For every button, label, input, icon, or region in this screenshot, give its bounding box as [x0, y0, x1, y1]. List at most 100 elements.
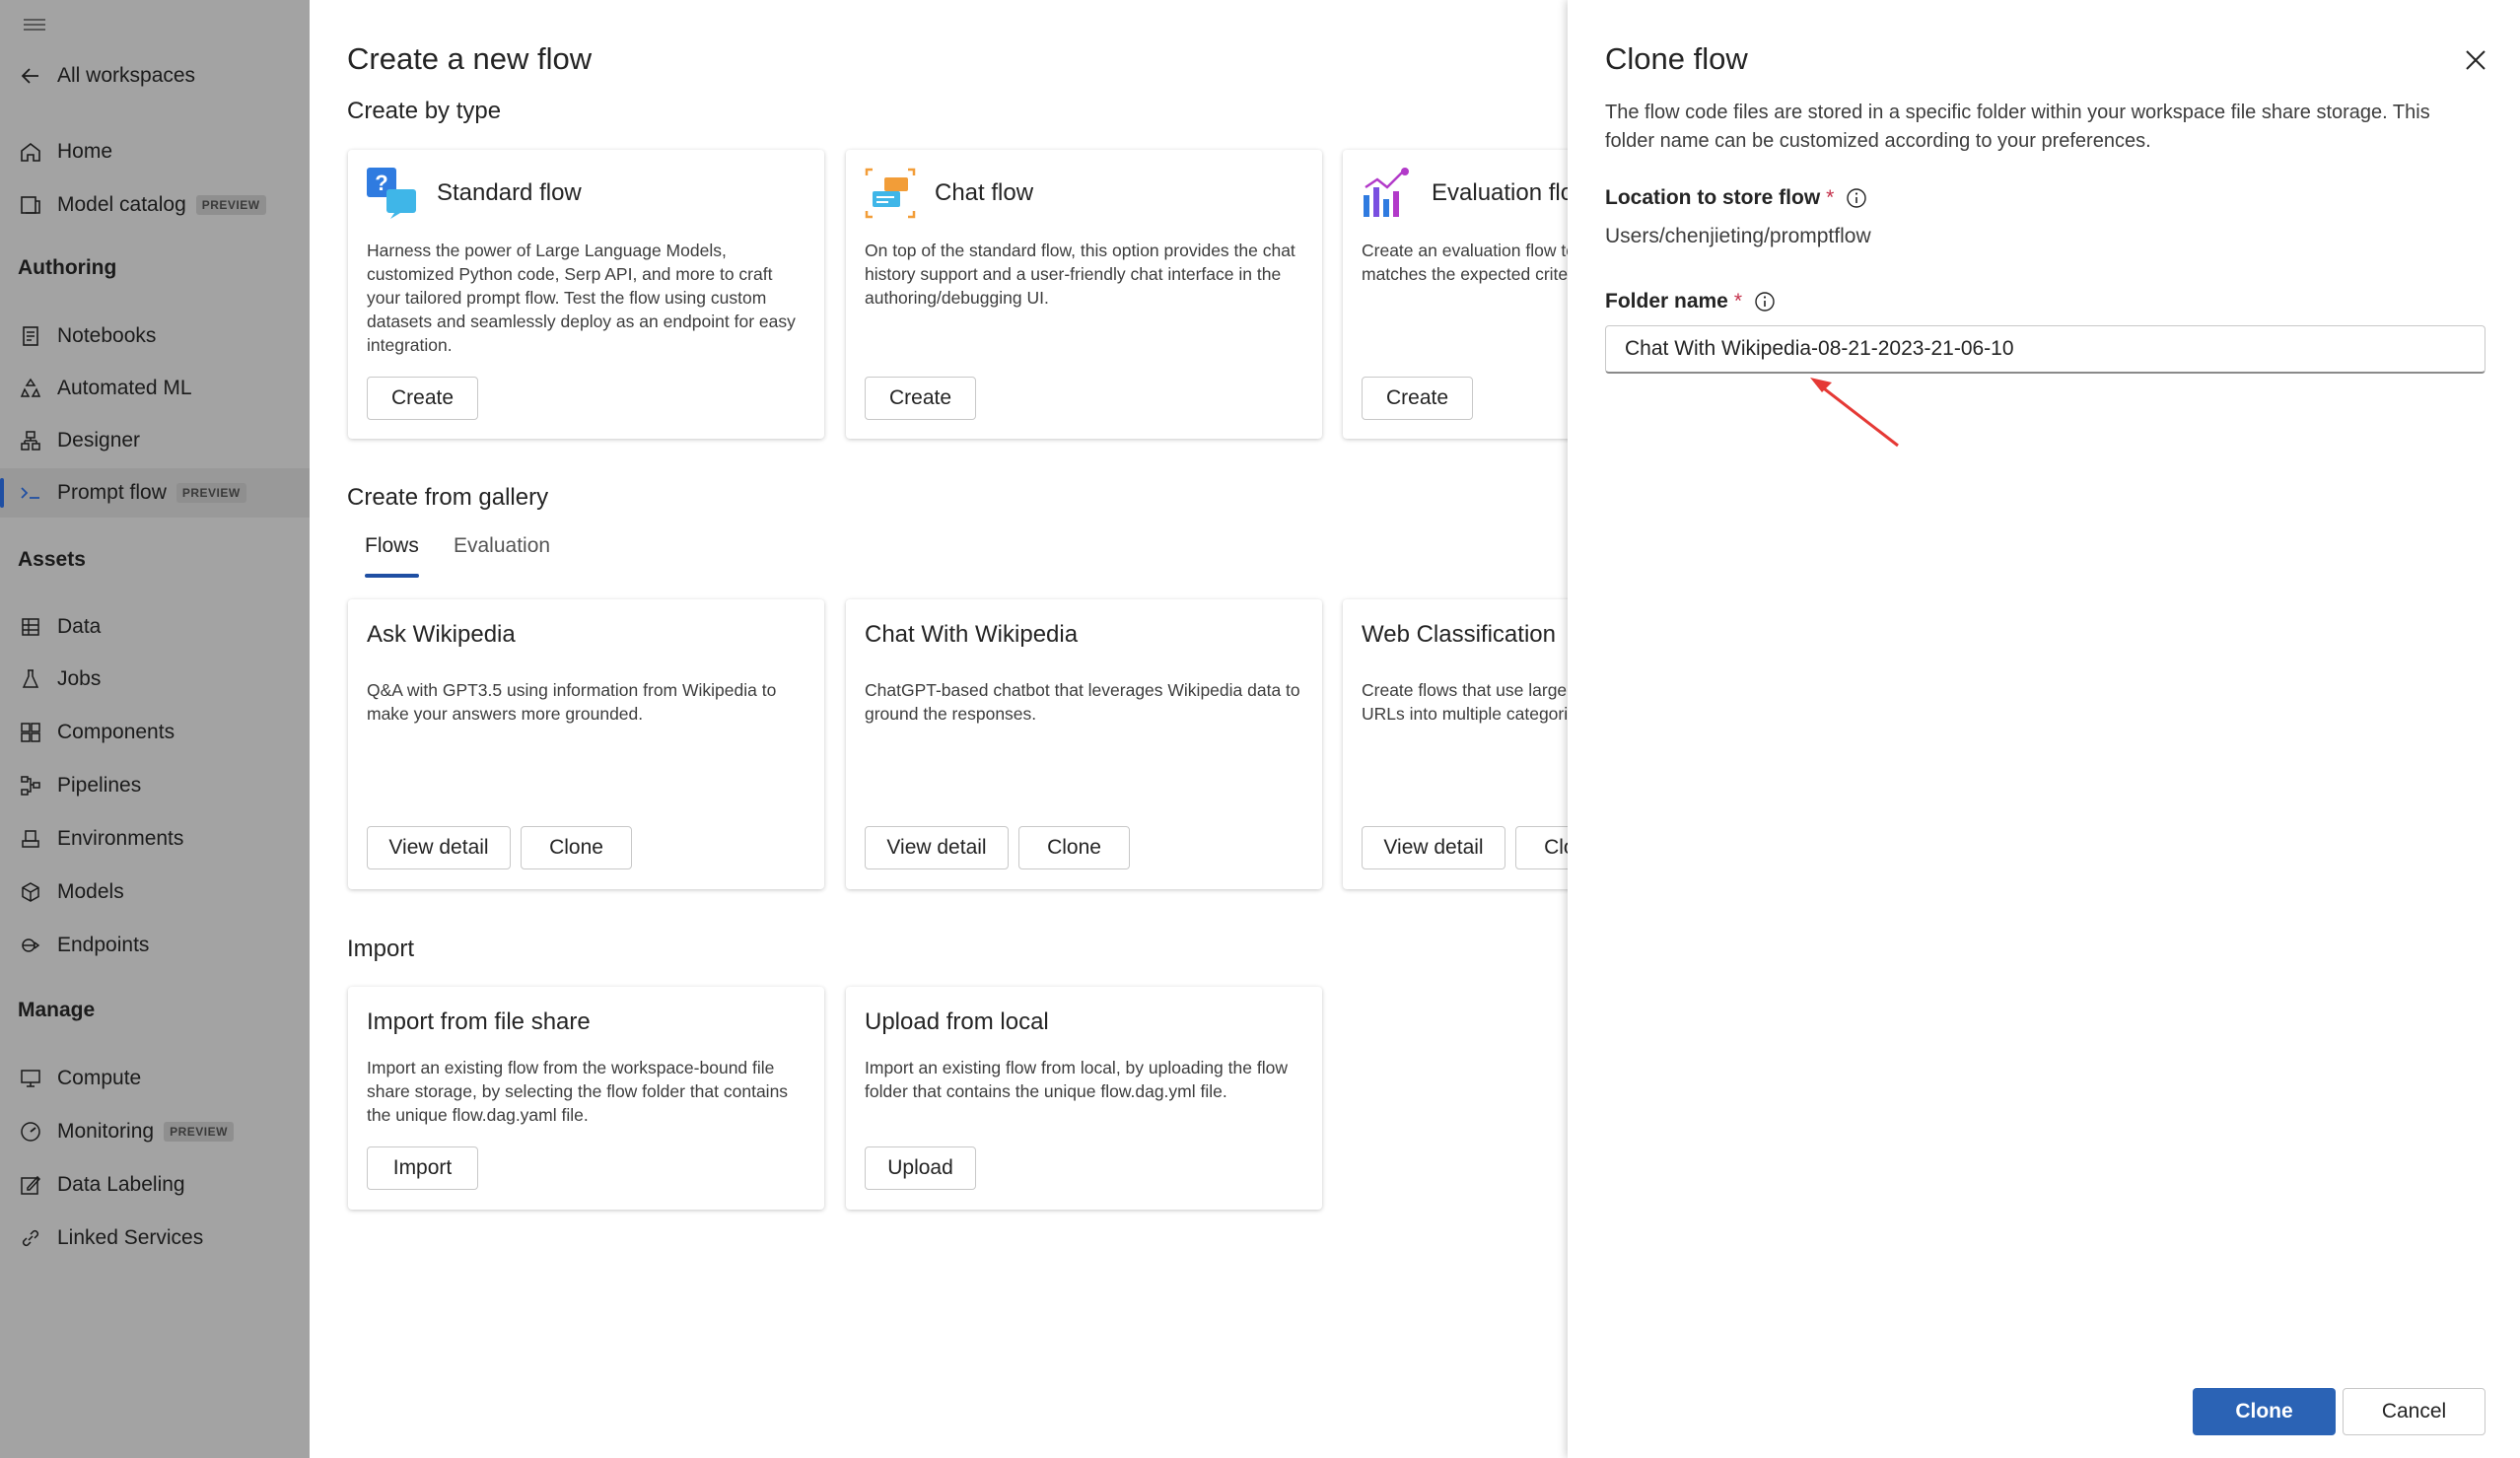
view-detail-button[interactable]: View detail — [1362, 826, 1505, 869]
environments-icon — [18, 826, 43, 852]
sidebar-item-label: Linked Services — [57, 1226, 204, 1249]
tab-flows[interactable]: Flows — [365, 534, 419, 578]
card-description: Q&A with GPT3.5 using information from W… — [367, 680, 777, 724]
sidebar-item-label: Prompt flow — [57, 481, 167, 504]
home-icon — [18, 139, 43, 165]
folder-name-input[interactable] — [1605, 325, 2485, 374]
folder-name-label-text: Folder name — [1605, 290, 1728, 312]
components-icon — [18, 720, 43, 745]
sidebar-item-automated-ml[interactable]: Automated ML — [0, 364, 310, 413]
location-value: Users/chenjieting/promptflow — [1605, 225, 1871, 247]
sidebar-item-prompt-flow[interactable]: Prompt flow PREVIEW — [0, 468, 310, 518]
sidebar-item-environments[interactable]: Environments — [0, 814, 310, 864]
all-workspaces-link[interactable]: All workspaces — [0, 51, 310, 101]
cancel-button[interactable]: Cancel — [2343, 1388, 2485, 1435]
sidebar-item-data-labeling[interactable]: Data Labeling — [0, 1160, 310, 1210]
sidebar-item-label: Compute — [57, 1067, 142, 1089]
sidebar-item-label: All workspaces — [57, 64, 196, 87]
create-evaluation-flow-button[interactable]: Create — [1362, 377, 1473, 420]
data-icon — [18, 614, 43, 640]
upload-from-local-card: Upload from local Import an existing flo… — [846, 987, 1322, 1210]
location-label-text: Location to store flow — [1605, 186, 1821, 209]
sidebar-item-home[interactable]: Home — [0, 127, 310, 176]
card-description: Import an existing flow from local, by u… — [865, 1058, 1288, 1101]
card-title: Chat flow — [935, 179, 1034, 206]
menu-icon[interactable] — [22, 14, 49, 40]
ask-wikipedia-card: Ask Wikipedia Q&A with GPT3.5 using info… — [348, 599, 824, 889]
endpoints-icon — [18, 933, 43, 958]
standard-flow-card: ? Standard flow Harness the power of Lar… — [348, 150, 824, 439]
sidebar-item-data[interactable]: Data — [0, 602, 310, 652]
preview-badge: PREVIEW — [195, 195, 266, 215]
sidebar-item-label: Endpoints — [57, 934, 150, 956]
sidebar-item-notebooks[interactable]: Notebooks — [0, 312, 310, 361]
sidebar-item-label: Monitoring — [57, 1120, 155, 1143]
sidebar-item-components[interactable]: Components — [0, 708, 310, 757]
catalog-icon — [18, 192, 43, 218]
sidebar-item-label: Components — [57, 721, 175, 743]
card-description: On top of the standard flow, this option… — [865, 241, 1295, 308]
sidebar-item-label: Automated ML — [57, 377, 192, 399]
section-authoring: Authoring — [18, 256, 117, 279]
create-from-gallery-heading: Create from gallery — [347, 484, 549, 511]
sidebar-item-label: Notebooks — [57, 324, 157, 347]
panel-title: Clone flow — [1605, 41, 1748, 76]
card-title: Upload from local — [865, 1008, 1049, 1035]
tab-evaluation[interactable]: Evaluation — [454, 534, 550, 558]
back-arrow-icon — [18, 63, 43, 89]
sidebar-item-label: Home — [57, 140, 113, 163]
prompt-flow-icon — [18, 480, 43, 506]
sidebar-item-linked-services[interactable]: Linked Services — [0, 1214, 310, 1263]
sidebar-item-compute[interactable]: Compute — [0, 1054, 310, 1103]
monitoring-icon — [18, 1119, 43, 1145]
card-description: Harness the power of Large Language Mode… — [367, 241, 796, 355]
create-by-type-heading: Create by type — [347, 98, 502, 124]
card-description: ChatGPT-based chatbot that leverages Wik… — [865, 680, 1300, 724]
card-title: Standard flow — [437, 179, 582, 206]
sidebar-item-label: Pipelines — [57, 774, 142, 797]
view-detail-button[interactable]: View detail — [367, 826, 511, 869]
panel-description: The flow code files are stored in a spec… — [1605, 102, 2430, 152]
clone-button[interactable]: Clone — [1018, 826, 1130, 869]
chat-with-wikipedia-card: Chat With Wikipedia ChatGPT-based chatbo… — [846, 599, 1322, 889]
sidebar-item-label: Models — [57, 880, 124, 903]
sidebar-item-models[interactable]: Models — [0, 868, 310, 917]
view-detail-button[interactable]: View detail — [865, 826, 1009, 869]
sidebar: All workspaces Home Model catalog PREVIE… — [0, 0, 310, 1458]
sidebar-item-designer[interactable]: Designer — [0, 416, 310, 465]
create-standard-flow-button[interactable]: Create — [367, 377, 478, 420]
sidebar-item-jobs[interactable]: Jobs — [0, 655, 310, 704]
close-icon[interactable] — [2461, 45, 2490, 75]
evaluation-flow-icon — [1364, 168, 1409, 217]
info-icon[interactable] — [1846, 187, 1867, 209]
import-from-file-share-card: Import from file share Import an existin… — [348, 987, 824, 1210]
pipelines-icon — [18, 773, 43, 798]
card-title: Import from file share — [367, 1008, 591, 1035]
automl-icon — [18, 376, 43, 401]
info-icon[interactable] — [1754, 291, 1776, 312]
required-mark: * — [1826, 186, 1835, 209]
chat-flow-icon — [865, 168, 916, 219]
sidebar-item-label: Data Labeling — [57, 1173, 185, 1196]
sidebar-item-endpoints[interactable]: Endpoints — [0, 921, 310, 970]
sidebar-item-model-catalog[interactable]: Model catalog PREVIEW — [0, 180, 310, 230]
compute-icon — [18, 1066, 43, 1091]
card-title: Web Classification — [1362, 621, 1556, 648]
standard-flow-icon: ? — [367, 168, 416, 219]
preview-badge: PREVIEW — [175, 483, 246, 503]
svg-text:?: ? — [375, 171, 387, 195]
sidebar-item-label: Data — [57, 615, 102, 638]
sidebar-item-label: Jobs — [57, 667, 102, 690]
required-mark: * — [1733, 290, 1743, 312]
designer-icon — [18, 428, 43, 453]
import-button[interactable]: Import — [367, 1146, 478, 1190]
folder-name-label: Folder name * — [1605, 290, 1776, 313]
card-description: Import an existing flow from the workspa… — [367, 1058, 789, 1125]
sidebar-item-monitoring[interactable]: Monitoring PREVIEW — [0, 1107, 310, 1156]
clone-submit-button[interactable]: Clone — [2193, 1388, 2336, 1435]
create-chat-flow-button[interactable]: Create — [865, 377, 976, 420]
notebook-icon — [18, 323, 43, 349]
clone-button[interactable]: Clone — [521, 826, 632, 869]
sidebar-item-pipelines[interactable]: Pipelines — [0, 761, 310, 810]
upload-button[interactable]: Upload — [865, 1146, 976, 1190]
